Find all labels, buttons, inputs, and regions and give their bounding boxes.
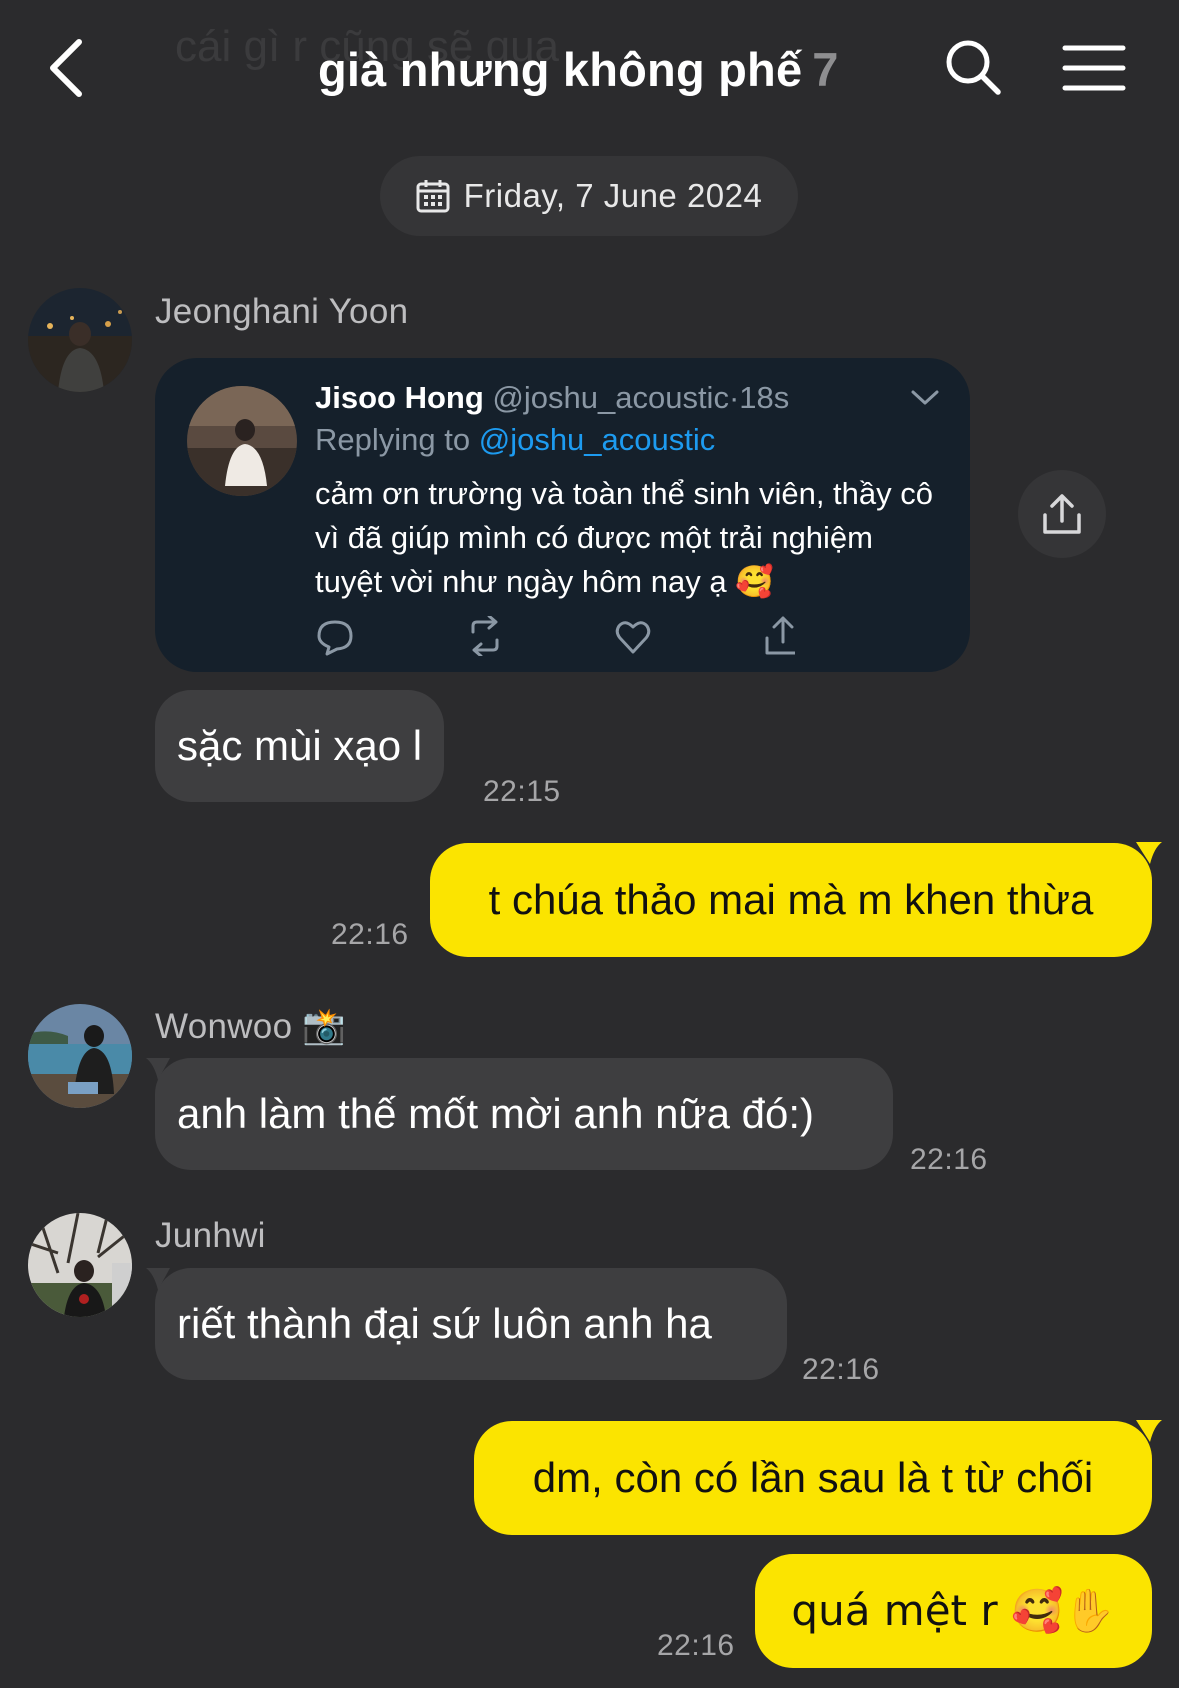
sender-name: Junhwi xyxy=(155,1216,266,1255)
message-bubble[interactable]: sặc mùi xạo l xyxy=(155,690,445,802)
sender-name-text: Wonwoo xyxy=(155,1007,293,1046)
avatar-photo xyxy=(28,1004,132,1108)
sender-name: Jeonghani Yoon xyxy=(155,292,409,331)
message-bubble[interactable]: anh làm thế mốt mời anh nữa đó:) xyxy=(155,1058,893,1170)
tweet-text: cảm ơn trường và toàn thể sinh viên, thầ… xyxy=(315,476,934,599)
message-bubble-own[interactable]: t chúa thảo mai mà m khen thừa xyxy=(430,843,1152,957)
chat-name: già nhưng không phế xyxy=(318,43,803,96)
avatar[interactable] xyxy=(28,1213,132,1317)
chat-title: già nhưng không phế 7 xyxy=(318,42,839,97)
camera-flash-emoji: 📸 xyxy=(302,1007,347,1047)
tweet-share-icon[interactable] xyxy=(765,616,795,655)
message-time: 22:15 xyxy=(483,775,561,808)
share-icon xyxy=(1043,494,1081,534)
member-count: 7 xyxy=(812,43,839,96)
tweet-header: Jisoo Hong @joshu_acoustic·18s xyxy=(315,380,789,416)
chevron-down-icon[interactable] xyxy=(910,388,940,408)
date-separator: Friday, 7 June 2024 xyxy=(380,156,798,236)
share-button[interactable] xyxy=(1018,470,1106,558)
message-text: dm, còn có lần sau là t từ chối xyxy=(532,1454,1094,1501)
search-icon[interactable] xyxy=(944,38,1002,96)
replying-mention[interactable]: @joshu_acoustic xyxy=(479,422,716,457)
avatar-photo xyxy=(28,288,132,392)
message-text: t chúa thảo mai mà m khen thừa xyxy=(488,876,1094,923)
message-bubble[interactable]: riết thành đại sứ luôn anh ha xyxy=(155,1268,787,1380)
bubble-tail xyxy=(146,1058,170,1080)
tweet-replying-to: Replying to @joshu_acoustic xyxy=(315,422,715,458)
tweet-time: ·18s xyxy=(728,380,790,415)
menu-icon[interactable] xyxy=(1062,44,1126,92)
heart-icon[interactable] xyxy=(615,621,651,654)
message-text: quá mệt r 🥰✋ xyxy=(791,1586,1116,1635)
message-bubble-own[interactable]: quá mệt r 🥰✋ xyxy=(755,1554,1152,1668)
message-time: 22:16 xyxy=(657,1629,735,1662)
message-text: riết thành đại sứ luôn anh ha xyxy=(177,1300,712,1347)
message-time: 22:16 xyxy=(910,1143,988,1176)
bubble-tail xyxy=(1136,842,1162,864)
tweet-author-name: Jisoo Hong xyxy=(315,380,484,415)
message-time: 22:16 xyxy=(802,1353,880,1386)
bubble-tail xyxy=(146,1268,170,1290)
message-text: sặc mùi xạo l xyxy=(177,722,423,769)
avatar-photo xyxy=(28,1213,132,1317)
replying-prefix: Replying to xyxy=(315,422,479,457)
tweet-handle: @joshu_acoustic xyxy=(492,380,729,415)
message-time: 22:16 xyxy=(331,918,409,951)
tweet-avatar-photo xyxy=(187,386,297,496)
reply-icon[interactable] xyxy=(317,620,353,656)
avatar[interactable] xyxy=(28,1004,132,1108)
back-arrow-icon[interactable] xyxy=(45,38,89,98)
sender-name: Wonwoo 📸 xyxy=(155,1006,346,1047)
avatar[interactable] xyxy=(28,288,132,392)
calendar-icon xyxy=(416,180,450,213)
retweet-icon[interactable] xyxy=(471,616,499,656)
tweet-avatar xyxy=(187,386,297,496)
bubble-tail xyxy=(1136,1420,1162,1442)
tweet-actions xyxy=(317,616,795,656)
tweet-card[interactable]: Jisoo Hong @joshu_acoustic·18s Replying … xyxy=(155,358,970,672)
message-bubble-own[interactable]: dm, còn có lần sau là t từ chối xyxy=(474,1421,1152,1535)
message-text: anh làm thế mốt mời anh nữa đó:) xyxy=(177,1090,814,1137)
date-label: Friday, 7 June 2024 xyxy=(463,177,763,214)
